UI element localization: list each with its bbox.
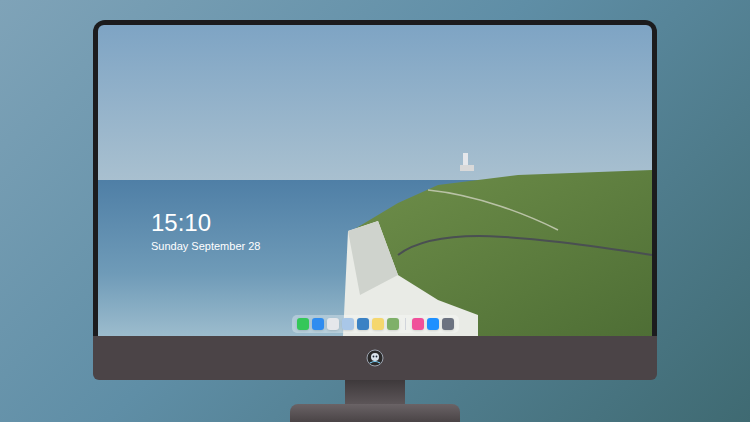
dock-app-icon[interactable] bbox=[427, 318, 439, 330]
lock-screen: 15:10 Sunday September 28 bbox=[98, 25, 652, 336]
brand-logo-icon bbox=[366, 349, 384, 367]
dock-app-icon[interactable] bbox=[327, 318, 339, 330]
monitor: 15:10 Sunday September 28 bbox=[93, 20, 657, 422]
dock-app-icon[interactable] bbox=[442, 318, 454, 330]
dock-app-icon[interactable] bbox=[372, 318, 384, 330]
time: 15:10 bbox=[151, 209, 652, 237]
monitor-bezel: 15:10 Sunday September 28 bbox=[93, 20, 657, 336]
dock-app-icon[interactable] bbox=[342, 318, 354, 330]
dock-separator bbox=[405, 318, 406, 330]
dock-app-icon[interactable] bbox=[387, 318, 399, 330]
wallpaper-photo bbox=[98, 25, 652, 336]
clock: 15:10 Sunday September 28 bbox=[98, 25, 652, 253]
dock-app-icon[interactable] bbox=[297, 318, 309, 330]
monitor-neck bbox=[345, 380, 405, 404]
date: Sunday September 28 bbox=[151, 239, 652, 253]
page: 15:10 Sunday September 28 bbox=[0, 0, 750, 422]
dock-app-icon[interactable] bbox=[357, 318, 369, 330]
dock-app-icon[interactable] bbox=[312, 318, 324, 330]
monitor-chin bbox=[93, 336, 657, 380]
dock bbox=[292, 315, 459, 333]
monitor-base bbox=[290, 404, 460, 422]
screen: 15:10 Sunday September 28 bbox=[98, 25, 652, 336]
dock-app-icon[interactable] bbox=[412, 318, 424, 330]
